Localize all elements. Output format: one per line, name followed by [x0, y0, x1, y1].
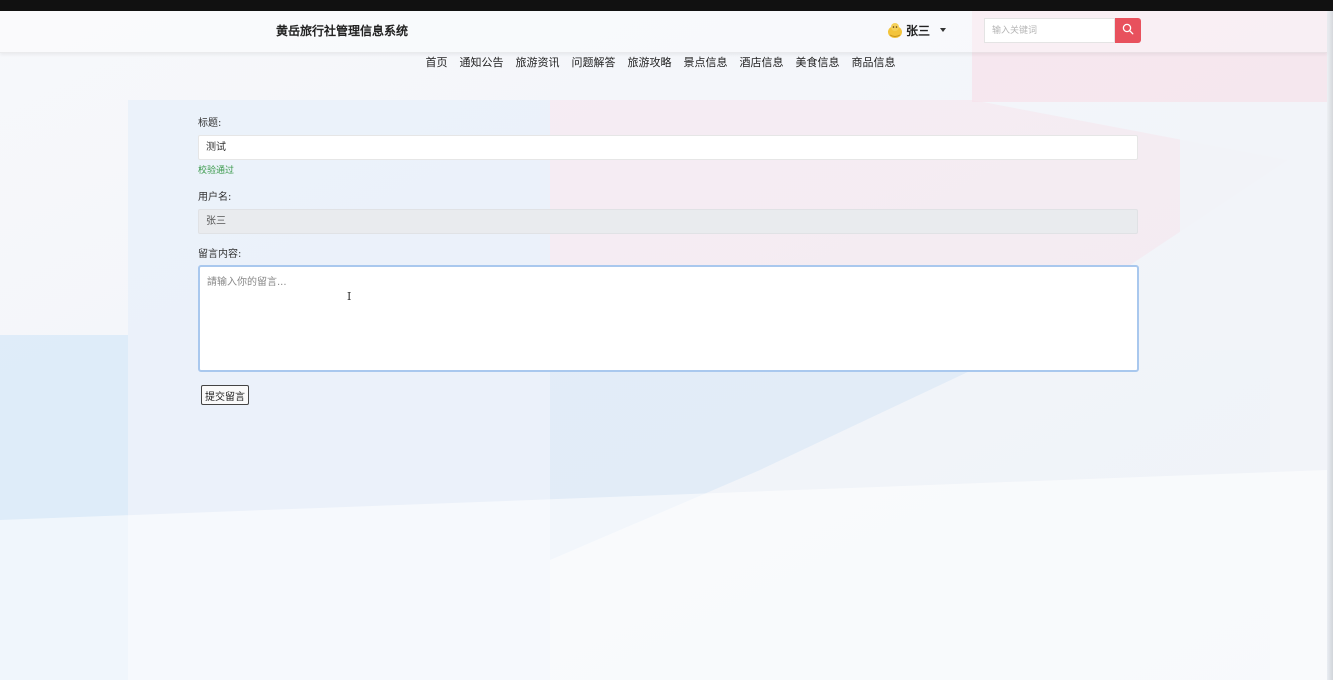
chevron-down-icon [940, 28, 947, 32]
user-menu[interactable]: 张三 [886, 21, 947, 39]
user-name: 张三 [906, 23, 931, 38]
main-nav: 首页 通知公告 旅游资讯 问题解答 旅游攻略 景点信息 酒店信息 美食信息 商品… [0, 54, 1327, 70]
site-title: 黄岳旅行社管理信息系统 [276, 24, 409, 38]
search-input[interactable] [984, 18, 1115, 43]
title-validation-text: 校验通过 [198, 166, 235, 176]
user-avatar-icon [886, 21, 904, 39]
nav-item-travel-guides[interactable]: 旅游攻略 [622, 54, 678, 70]
title-label: 标题: [198, 118, 222, 129]
nav-item-home[interactable]: 首页 [420, 54, 454, 70]
username-label: 用户名: [198, 192, 232, 203]
message-form: 标题: 测试 校验通过 用户名: 张三 留言内容: 提交留言 [198, 114, 1139, 405]
nav-item-faq[interactable]: 问题解答 [566, 54, 622, 70]
content-label: 留言内容: [198, 249, 242, 260]
nav-item-hotels[interactable]: 酒店信息 [734, 54, 790, 70]
scrollbar-edge [1327, 11, 1333, 680]
search-icon [1122, 23, 1134, 38]
title-input[interactable]: 测试 [198, 135, 1138, 160]
search-button[interactable] [1115, 18, 1141, 43]
nav-item-notices[interactable]: 通知公告 [454, 54, 510, 70]
content-textarea[interactable] [198, 265, 1139, 372]
nav-item-attractions[interactable]: 景点信息 [678, 54, 734, 70]
nav-item-products[interactable]: 商品信息 [846, 54, 902, 70]
text-cursor-icon: I [347, 290, 352, 303]
window-top-bar [0, 0, 1333, 11]
username-input[interactable]: 张三 [198, 209, 1138, 234]
nav-item-food[interactable]: 美食信息 [790, 54, 846, 70]
submit-message-button[interactable]: 提交留言 [201, 385, 249, 405]
site-header: 黄岳旅行社管理信息系统 张三 [0, 11, 1327, 53]
nav-item-travel-news[interactable]: 旅游资讯 [510, 54, 566, 70]
